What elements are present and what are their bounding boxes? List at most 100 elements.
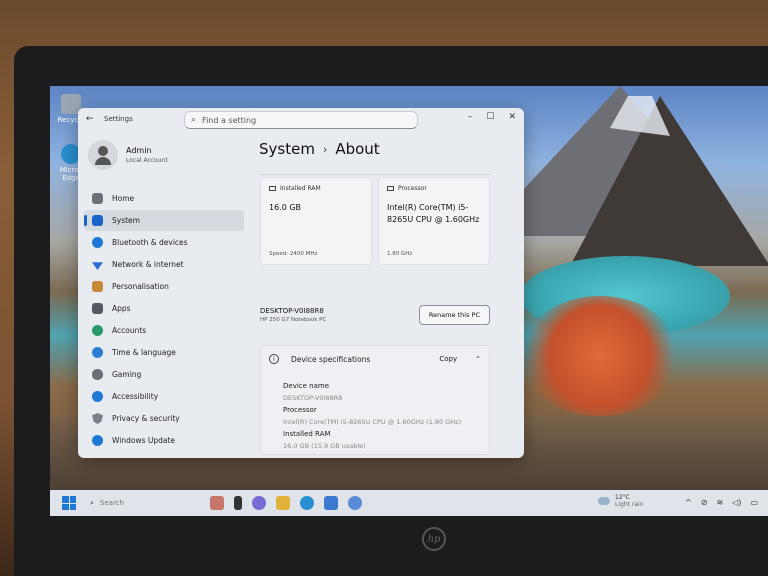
- search-icon: ⌕: [90, 498, 94, 507]
- breadcrumb-separator: ›: [322, 142, 328, 156]
- nav-list: Home System Bluetooth & devices Network …: [78, 188, 250, 451]
- window-controls: – ☐ ✕: [468, 112, 516, 122]
- sidebar-item-label: Accessibility: [112, 392, 159, 401]
- sidebar-item-accessibility[interactable]: Accessibility: [84, 386, 244, 407]
- processor-card: Processor Intel(R) Core(TM) i5-8265U CPU…: [378, 177, 490, 265]
- cloud-rain-icon: [598, 497, 610, 505]
- taskbar-search[interactable]: ⌕ Search: [90, 494, 176, 512]
- show-hidden-icons-icon[interactable]: ^: [685, 498, 692, 507]
- wallpaper-shrub: [520, 296, 680, 416]
- taskbar-search-label: Search: [99, 499, 124, 507]
- spec-value: Intel(R) Core(TM) i5-8265U CPU @ 1.60GHz…: [283, 418, 462, 426]
- store-icon[interactable]: [324, 496, 338, 510]
- pc-model: HP 250 G7 Notebook PC: [260, 317, 327, 323]
- sidebar-item-label: System: [112, 216, 140, 225]
- user-name: Admin: [126, 146, 152, 155]
- spec-list: Device name DESKTOP-V0I88R8 Processor In…: [261, 372, 489, 450]
- edge-icon[interactable]: [300, 496, 314, 510]
- screen: Recycle Micros Edge ← Settings ⌕ Find a …: [50, 86, 768, 516]
- volume-icon[interactable]: ◁): [732, 498, 741, 507]
- device-specifications-panel: i Device specifications Copy ⌃ Device na…: [260, 345, 490, 455]
- windows-logo-tile: [69, 503, 76, 510]
- window-title: Settings: [104, 115, 133, 123]
- sidebar-item-apps[interactable]: Apps: [84, 298, 244, 319]
- minimize-button[interactable]: –: [468, 112, 473, 122]
- avatar: [88, 140, 118, 170]
- weather-desc: Light rain: [615, 501, 644, 508]
- ram-label: Installed RAM: [280, 185, 321, 192]
- search-input[interactable]: ⌕ Find a setting: [184, 111, 418, 129]
- back-arrow-icon[interactable]: ←: [86, 114, 100, 124]
- processor-speed: 1.80 GHz: [387, 251, 413, 257]
- sidebar-item-time-language[interactable]: Time & language: [84, 342, 244, 363]
- taskview-icon[interactable]: [234, 496, 242, 510]
- sidebar-item-label: Bluetooth & devices: [112, 238, 188, 247]
- apps-icon: [92, 303, 103, 314]
- spec-key: Processor: [283, 406, 317, 414]
- main-content: System › About Installed RAM 16.0 GB Spe…: [250, 130, 524, 458]
- account-type: Local Account: [126, 157, 168, 164]
- windows-logo-tile: [69, 496, 76, 503]
- close-button[interactable]: ✕: [508, 112, 516, 122]
- widgets-icon[interactable]: [210, 496, 224, 510]
- processor-icon: [387, 186, 394, 191]
- sidebar-item-label: Gaming: [112, 370, 142, 379]
- chevron-up-icon[interactable]: ⌃: [475, 355, 481, 363]
- sidebar-item-system[interactable]: System: [84, 210, 244, 231]
- breadcrumb-current: About: [335, 140, 380, 158]
- pc-name: DESKTOP-V0I88R8: [260, 307, 324, 315]
- explorer-icon[interactable]: [276, 496, 290, 510]
- sidebar-item-network[interactable]: Network & internet: [84, 254, 244, 275]
- gamepad-icon: [92, 369, 103, 380]
- sidebar-item-label: Windows Update: [112, 436, 176, 445]
- spec-value: 16.0 GB (15.9 GB usable): [283, 442, 366, 450]
- maximize-button[interactable]: ☐: [486, 112, 494, 122]
- section-title: Device specifications: [291, 354, 371, 364]
- page-title: System › About: [259, 140, 524, 158]
- ram-speed: Speed: 2400 MHz: [269, 251, 318, 257]
- sidebar-item-label: Time & language: [112, 348, 176, 357]
- breadcrumb-parent[interactable]: System: [259, 140, 315, 158]
- sidebar-item-bluetooth[interactable]: Bluetooth & devices: [84, 232, 244, 253]
- spec-key: Device name: [283, 382, 330, 390]
- system-icon: [92, 215, 103, 226]
- sidebar: Admin Local Account Home System Bluetoot…: [78, 130, 250, 458]
- network-disconnected-icon[interactable]: ⊘: [701, 498, 708, 507]
- globe-icon: [92, 347, 103, 358]
- search-placeholder: Find a setting: [202, 115, 257, 125]
- windows-logo-tile: [62, 503, 69, 510]
- sidebar-item-label: Apps: [112, 304, 131, 313]
- wifi-icon[interactable]: ≋: [716, 498, 723, 507]
- sidebar-item-windows-update[interactable]: Windows Update: [84, 430, 244, 451]
- accounts-icon: [92, 325, 103, 336]
- user-profile[interactable]: Admin Local Account: [78, 130, 250, 176]
- rename-pc-button[interactable]: Rename this PC: [418, 305, 490, 325]
- battery-icon[interactable]: ▭: [750, 498, 758, 507]
- sidebar-item-label: Network & internet: [112, 260, 184, 269]
- bluetooth-icon: [92, 237, 103, 248]
- search-icon: ⌕: [191, 115, 197, 125]
- shield-icon: [92, 413, 103, 424]
- weather-widget[interactable]: 12°C Light rain: [598, 494, 644, 508]
- copy-button[interactable]: Copy: [439, 355, 457, 363]
- sidebar-item-privacy[interactable]: Privacy & security: [84, 408, 244, 429]
- pc-name-row: DESKTOP-V0I88R8 HP 250 G7 Notebook PC Re…: [260, 305, 490, 325]
- home-icon: [92, 193, 103, 204]
- device-specifications-header[interactable]: i Device specifications Copy ⌃: [261, 346, 489, 372]
- ram-icon: [269, 186, 276, 191]
- sidebar-item-accounts[interactable]: Accounts: [84, 320, 244, 341]
- sidebar-item-label: Personalisation: [112, 282, 169, 291]
- sidebar-item-label: Home: [112, 194, 135, 203]
- sidebar-item-label: Privacy & security: [112, 414, 180, 423]
- spec-value: DESKTOP-V0I88R8: [283, 394, 343, 402]
- sidebar-item-gaming[interactable]: Gaming: [84, 364, 244, 385]
- accessibility-icon: [92, 391, 103, 402]
- settings-icon[interactable]: [348, 496, 362, 510]
- copilot-icon[interactable]: [252, 496, 266, 510]
- weather-temp: 12°C: [615, 494, 630, 501]
- wifi-icon: [92, 262, 103, 270]
- start-button[interactable]: [62, 496, 76, 510]
- sidebar-item-home[interactable]: Home: [84, 188, 244, 209]
- taskbar: ⌕ Search 12°C Light rain ^ ⊘ ≋ ◁) ▭: [50, 490, 768, 516]
- sidebar-item-personalisation[interactable]: Personalisation: [84, 276, 244, 297]
